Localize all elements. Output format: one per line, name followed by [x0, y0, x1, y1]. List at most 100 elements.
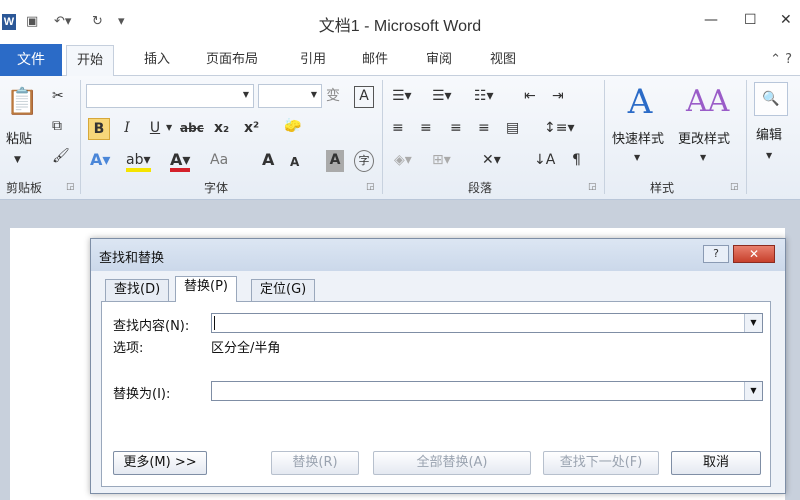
align-center-icon[interactable]: ≡ [420, 118, 432, 140]
tab-page-layout[interactable]: 页面布局 [196, 44, 268, 76]
find-next-button[interactable]: 查找下一处(F) [543, 451, 659, 475]
decrease-indent-icon[interactable]: ⇤ [524, 86, 536, 108]
text-effects-icon[interactable]: A▾ [90, 150, 110, 172]
underline-dropdown-icon[interactable]: ▼ [166, 118, 172, 140]
paste-icon[interactable]: 📋 [6, 84, 38, 120]
editing-label[interactable]: 编辑 [756, 124, 782, 143]
ribbon-tab-row: 文件 开始 插入 页面布局 引用 邮件 审阅 视图 ⌃ ? [0, 44, 800, 76]
chevron-down-icon[interactable]: ▼ [744, 314, 762, 332]
multilevel-list-icon[interactable]: ☷▾ [474, 86, 494, 108]
subscript-button[interactable]: x₂ [214, 118, 229, 140]
more-button[interactable]: 更多(M) >> [113, 451, 207, 475]
highlight-icon[interactable]: ab▾ [126, 150, 151, 172]
styles-group-label: 样式 [650, 181, 675, 195]
font-color-icon[interactable]: A▾ [170, 150, 191, 172]
change-styles-icon[interactable]: AA [686, 82, 729, 122]
font-launcher-icon[interactable]: ◲ [366, 182, 375, 192]
tab-review[interactable]: 审阅 [416, 44, 462, 76]
superscript-button[interactable]: x² [244, 118, 259, 140]
dialog-help-button[interactable]: ? [703, 245, 729, 263]
chevron-down-icon[interactable]: ▼ [243, 90, 249, 99]
change-styles-label[interactable]: 更改样式 [678, 128, 730, 147]
chevron-down-icon[interactable]: ▼ [311, 90, 317, 99]
group-separator [382, 80, 383, 194]
help-icon[interactable]: ⌃ ? [770, 52, 792, 67]
underline-button[interactable]: U [146, 118, 164, 140]
paste-dropdown-icon[interactable]: ▼ [14, 150, 21, 172]
tab-mailings[interactable]: 邮件 [352, 44, 398, 76]
tab-view[interactable]: 视图 [480, 44, 526, 76]
replace-button[interactable]: 替换(R) [271, 451, 359, 475]
strikethrough-button[interactable]: abc [180, 118, 204, 140]
italic-button[interactable]: I [118, 118, 136, 140]
font-name-combo[interactable]: ▼ [86, 84, 254, 108]
chevron-down-icon[interactable]: ▼ [744, 382, 762, 400]
clear-formatting-icon[interactable]: 🧽 [284, 116, 301, 138]
shrink-font-button[interactable]: A [290, 152, 299, 174]
tab-references[interactable]: 引用 [290, 44, 336, 76]
shading-icon[interactable]: ◈▾ [394, 150, 412, 172]
numbering-icon[interactable]: ☰▾ [432, 86, 452, 108]
grow-font-button[interactable]: A [262, 150, 274, 172]
paste-label[interactable]: 粘贴 [6, 128, 32, 147]
show-marks-icon[interactable]: ¶ [572, 150, 581, 172]
dialog-title-bar[interactable]: 查找和替换 ? ✕ [91, 239, 785, 271]
group-separator [604, 80, 605, 194]
change-case-button[interactable]: Aa [210, 150, 228, 172]
close-button[interactable]: ✕ [780, 12, 792, 28]
char-border-icon[interactable]: A [354, 86, 374, 108]
tab-find[interactable]: 查找(D) [105, 279, 170, 301]
dialog-close-button[interactable]: ✕ [733, 245, 775, 263]
group-separator [80, 80, 81, 194]
title-bar: W ▣ ↶▾ ↻ ▾ 文档1 - Microsoft Word — ☐ ✕ [0, 0, 800, 44]
tab-insert[interactable]: 插入 [134, 44, 180, 76]
clipboard-group-label: 剪贴板 [6, 181, 43, 195]
align-left-icon[interactable]: ≡ [392, 118, 404, 140]
tab-file[interactable]: 文件 [0, 44, 62, 76]
distributed-icon[interactable]: ▤ [506, 118, 519, 140]
dialog-title: 查找和替换 [99, 251, 165, 266]
text-cursor [214, 316, 215, 330]
options-value: 区分全/半角 [211, 341, 281, 356]
maximize-button[interactable]: ☐ [744, 12, 757, 28]
find-what-label: 查找内容(N): [113, 319, 190, 334]
chevron-down-icon[interactable]: ▼ [700, 148, 706, 170]
phonetic-guide-icon[interactable]: 变 [326, 86, 340, 108]
font-size-combo[interactable]: ▼ [258, 84, 322, 108]
char-shading-button[interactable]: A [326, 150, 344, 172]
bullets-icon[interactable]: ☰▾ [392, 86, 412, 108]
binoculars-icon[interactable]: 🔍 [754, 82, 788, 116]
enclose-char-button[interactable]: 字 [354, 150, 374, 172]
format-painter-icon[interactable]: 🖌 [52, 146, 70, 168]
borders-icon[interactable]: ⊞▾ [432, 150, 451, 172]
quick-styles-icon[interactable]: A [622, 82, 658, 122]
replace-with-combo[interactable]: ▼ [211, 381, 763, 401]
find-what-combo[interactable]: ▼ [211, 313, 763, 333]
replace-with-label: 替换为(I): [113, 387, 171, 402]
bold-button[interactable]: B [88, 118, 110, 140]
window-title: 文档1 - Microsoft Word [318, 18, 482, 35]
chevron-down-icon[interactable]: ▼ [634, 148, 640, 170]
quick-styles-label[interactable]: 快速样式 [612, 128, 664, 147]
cancel-button[interactable]: 取消 [671, 451, 761, 475]
justify-icon[interactable]: ≡ [478, 118, 490, 140]
options-label: 选项: [113, 341, 144, 356]
tab-goto[interactable]: 定位(G) [251, 279, 316, 301]
replace-all-button[interactable]: 全部替换(A) [373, 451, 531, 475]
line-spacing-icon[interactable]: ↕≡▾ [544, 118, 575, 140]
copy-icon[interactable]: ⧉ [52, 116, 62, 138]
paragraph-launcher-icon[interactable]: ◲ [588, 182, 597, 192]
chevron-down-icon[interactable]: ▼ [766, 146, 772, 168]
sort-icon[interactable]: ↓A [534, 150, 555, 172]
minimize-button[interactable]: — [704, 12, 718, 28]
clipboard-launcher-icon[interactable]: ◲ [66, 182, 75, 192]
tab-replace[interactable]: 替换(P) [175, 276, 237, 302]
asian-layout-icon[interactable]: ✕▾ [482, 150, 501, 172]
align-right-icon[interactable]: ≡ [450, 118, 462, 140]
cut-icon[interactable]: ✂ [52, 86, 64, 108]
tab-home[interactable]: 开始 [66, 45, 115, 76]
find-replace-dialog: 查找和替换 ? ✕ 查找(D) 替换(P) 定位(G) 查找内容(N): ▼ 选… [90, 238, 786, 494]
increase-indent-icon[interactable]: ⇥ [552, 86, 564, 108]
styles-launcher-icon[interactable]: ◲ [730, 182, 739, 192]
ribbon-home: 📋 粘贴 ▼ ✂ ⧉ 🖌 剪贴板 ◲ ▼ ▼ 变 A B I U ▼ abc x… [0, 76, 800, 200]
